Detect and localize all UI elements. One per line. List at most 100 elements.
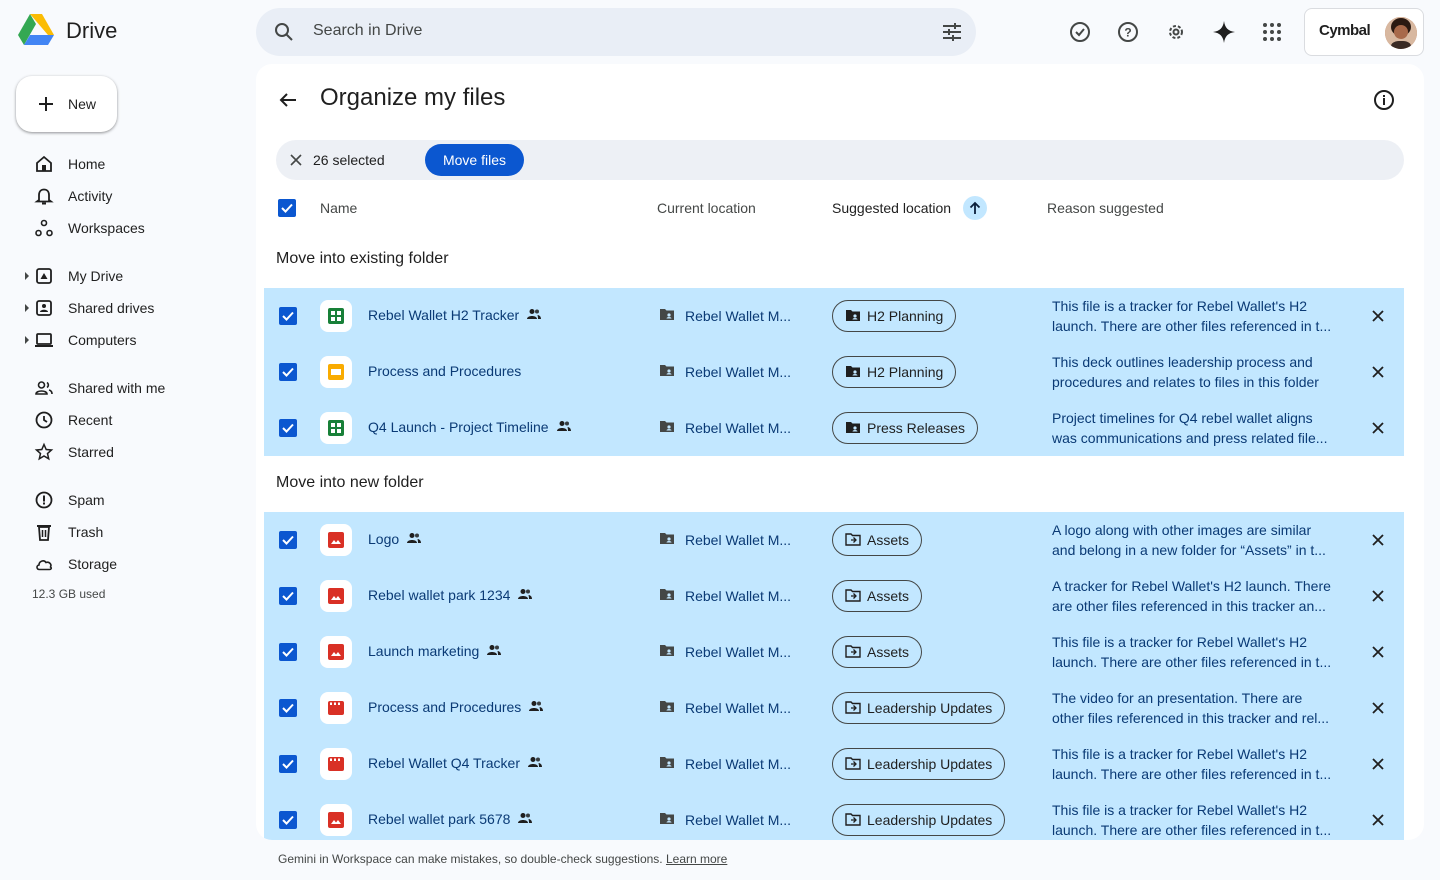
file-name[interactable]: Process and Procedures	[368, 363, 521, 379]
drive-logo[interactable]: Drive	[18, 14, 117, 48]
dismiss-suggestion-icon[interactable]	[1370, 644, 1386, 660]
sidebar-item-spam[interactable]: Spam	[24, 484, 244, 516]
file-name-text[interactable]: Rebel wallet park 5678	[368, 811, 510, 827]
current-location[interactable]: Rebel Wallet M...	[659, 643, 791, 660]
file-name-text[interactable]: Rebel Wallet Q4 Tracker	[368, 755, 520, 771]
current-location[interactable]: Rebel Wallet M...	[659, 755, 791, 772]
suggested-location-chip[interactable]: Assets	[832, 636, 923, 668]
current-location[interactable]: Rebel Wallet M...	[659, 419, 791, 436]
column-header-name[interactable]: Name	[320, 200, 357, 216]
column-header-current-location[interactable]: Current location	[657, 200, 756, 216]
file-name[interactable]: Process and Procedures	[368, 699, 544, 715]
back-arrow-icon[interactable]	[276, 88, 300, 112]
apps-grid-icon[interactable]	[1256, 16, 1288, 48]
gemini-icon[interactable]	[1208, 16, 1240, 48]
search-input[interactable]: Search in Drive	[313, 22, 422, 40]
avatar[interactable]	[1385, 17, 1417, 49]
current-location[interactable]: Rebel Wallet M...	[659, 587, 791, 604]
dismiss-suggestion-icon[interactable]	[1370, 364, 1386, 380]
search-icon[interactable]	[272, 20, 296, 44]
row-checkbox[interactable]	[279, 419, 297, 437]
file-name[interactable]: Rebel wallet park 1234	[368, 587, 533, 603]
row-checkbox[interactable]	[279, 643, 297, 661]
row-checkbox[interactable]	[279, 811, 297, 829]
sidebar-item-home[interactable]: Home	[24, 148, 244, 180]
file-name-text[interactable]: Logo	[368, 531, 399, 547]
file-name[interactable]: Rebel Wallet Q4 Tracker	[368, 755, 542, 771]
sidebar-item-activity[interactable]: Activity	[24, 180, 244, 212]
sort-ascending-icon[interactable]	[963, 196, 987, 220]
new-button[interactable]: New	[16, 76, 117, 132]
file-name[interactable]: Rebel Wallet H2 Tracker	[368, 307, 542, 323]
search-options-icon[interactable]	[940, 20, 964, 44]
dismiss-suggestion-icon[interactable]	[1370, 756, 1386, 772]
row-checkbox[interactable]	[279, 587, 297, 605]
suggested-location-chip[interactable]: Leadership Updates	[832, 748, 1006, 780]
current-location[interactable]: Rebel Wallet M...	[659, 699, 791, 716]
sidebar-item-starred[interactable]: Starred	[24, 436, 244, 468]
file-name-text[interactable]: Q4 Launch - Project Timeline	[368, 419, 549, 435]
file-name[interactable]: Logo	[368, 531, 422, 547]
settings-icon[interactable]	[1160, 16, 1192, 48]
sidebar-item-trash[interactable]: Trash	[24, 516, 244, 548]
info-icon[interactable]	[1372, 88, 1396, 112]
row-checkbox[interactable]	[279, 307, 297, 325]
table-row[interactable]: Logo Rebel Wallet M... Assets A logo along …	[264, 512, 1404, 568]
account-switcher[interactable]: Cymbal	[1304, 8, 1424, 56]
sidebar-item-workspaces[interactable]: Workspaces	[24, 212, 244, 244]
dismiss-suggestion-icon[interactable]	[1370, 700, 1386, 716]
clear-selection-icon[interactable]	[288, 152, 304, 168]
table-row[interactable]: Process and Procedures Rebel Wallet M... H…	[264, 344, 1404, 400]
table-row[interactable]: Rebel Wallet H2 Tracker Rebel Wallet M...…	[264, 288, 1404, 344]
dismiss-suggestion-icon[interactable]	[1370, 308, 1386, 324]
suggested-location-chip[interactable]: Leadership Updates	[832, 692, 1006, 724]
dismiss-suggestion-icon[interactable]	[1370, 420, 1386, 436]
file-name-text[interactable]: Rebel wallet park 1234	[368, 587, 510, 603]
sidebar-item-my-drive[interactable]: My Drive	[24, 260, 244, 292]
move-files-button[interactable]: Move files	[425, 144, 524, 176]
suggested-location-chip[interactable]: Assets	[832, 580, 923, 612]
search-bar[interactable]: Search in Drive	[256, 8, 976, 56]
suggested-location-chip[interactable]: Press Releases	[832, 412, 979, 444]
current-location[interactable]: Rebel Wallet M...	[659, 363, 791, 380]
sidebar-item-computers[interactable]: Computers	[24, 324, 244, 356]
file-name[interactable]: Rebel wallet park 5678	[368, 811, 533, 827]
table-row[interactable]: Rebel wallet park 1234 Rebel Wallet M... A…	[264, 568, 1404, 624]
table-row[interactable]: Launch marketing Rebel Wallet M... Assets T…	[264, 624, 1404, 680]
file-name-text[interactable]: Launch marketing	[368, 643, 479, 659]
dismiss-suggestion-icon[interactable]	[1370, 812, 1386, 828]
table-row[interactable]: Process and Procedures Rebel Wallet M... L…	[264, 680, 1404, 736]
dismiss-suggestion-icon[interactable]	[1370, 588, 1386, 604]
ready-for-review-icon[interactable]	[1064, 16, 1096, 48]
row-checkbox[interactable]	[279, 531, 297, 549]
sidebar-item-recent[interactable]: Recent	[24, 404, 244, 436]
file-name-text[interactable]: Process and Procedures	[368, 699, 521, 715]
suggested-location-chip[interactable]: H2 Planning	[832, 356, 957, 388]
file-name[interactable]: Launch marketing	[368, 643, 502, 659]
current-location[interactable]: Rebel Wallet M...	[659, 307, 791, 324]
file-name-text[interactable]: Rebel Wallet H2 Tracker	[368, 307, 519, 323]
row-checkbox[interactable]	[279, 363, 297, 381]
sidebar-item-shared-with-me[interactable]: Shared with me	[24, 372, 244, 404]
column-header-suggested-location[interactable]: Suggested location	[832, 200, 951, 216]
suggested-location-chip[interactable]: H2 Planning	[832, 300, 957, 332]
sidebar-item-shared-drives[interactable]: Shared drives	[24, 292, 244, 324]
table-row[interactable]: Rebel wallet park 5678 Rebel Wallet M... L…	[264, 792, 1404, 840]
select-all-checkbox[interactable]	[278, 199, 296, 217]
sidebar-item-storage[interactable]: Storage	[24, 548, 244, 580]
suggested-location-chip[interactable]: Leadership Updates	[832, 804, 1006, 836]
expand-arrow-icon[interactable]	[24, 304, 30, 312]
file-name-text[interactable]: Process and Procedures	[368, 363, 521, 379]
row-checkbox[interactable]	[279, 755, 297, 773]
current-location[interactable]: Rebel Wallet M...	[659, 531, 791, 548]
column-header-reason[interactable]: Reason suggested	[1047, 200, 1164, 216]
help-icon[interactable]: ?	[1112, 16, 1144, 48]
learn-more-link[interactable]: Learn more	[666, 852, 727, 866]
table-row[interactable]: Q4 Launch - Project Timeline Rebel Wallet…	[264, 400, 1404, 456]
table-row[interactable]: Rebel Wallet Q4 Tracker Rebel Wallet M...…	[264, 736, 1404, 792]
current-location[interactable]: Rebel Wallet M...	[659, 811, 791, 828]
suggested-location-chip[interactable]: Assets	[832, 524, 923, 556]
dismiss-suggestion-icon[interactable]	[1370, 532, 1386, 548]
expand-arrow-icon[interactable]	[24, 336, 30, 344]
file-name[interactable]: Q4 Launch - Project Timeline	[368, 419, 571, 435]
